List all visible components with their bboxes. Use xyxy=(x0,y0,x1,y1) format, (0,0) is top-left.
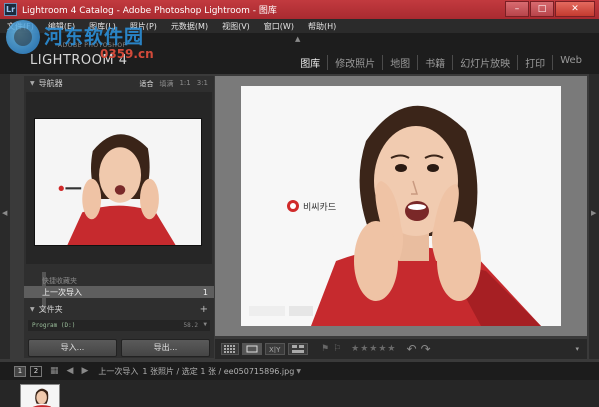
svg-text:X|Y: X|Y xyxy=(269,346,281,353)
collapse-left-icon[interactable]: ◀ xyxy=(2,209,7,217)
close-button[interactable]: ✕ xyxy=(555,1,595,17)
import-export-buttons: 导入... 导出... xyxy=(24,339,214,357)
filmstrip-info: 1 张照片 / 选定 1 张 / ee050715896.jpg xyxy=(142,366,295,376)
main-photo[interactable]: 비씨카드 xyxy=(241,86,561,326)
expand-triangle-icon: ▼ xyxy=(30,306,35,313)
card-brand-text: 비씨카드 xyxy=(303,202,336,213)
main-photo-image: 비씨카드 xyxy=(241,86,561,326)
left-panel: ▼ 导航器 适合 填满 1:1 3:1 快捷收藏夹 上一次导入 1 ▼ 文件夹 … xyxy=(24,76,214,358)
rotate-left-icon[interactable]: ↶ xyxy=(407,342,417,356)
menu-photo[interactable]: 照片(P) xyxy=(123,21,164,32)
toolbar-menu-icon[interactable]: ▾ xyxy=(575,345,579,353)
window-controls: – □ ✕ xyxy=(504,1,595,17)
library-toolbar: X|Y ⚑ ⚐ ★★★★★ ↶ ↷ ▾ xyxy=(215,339,587,359)
module-slideshow[interactable]: 幻灯片放映 xyxy=(452,55,517,70)
menu-view[interactable]: 视图(V) xyxy=(215,21,257,32)
module-web[interactable]: Web xyxy=(552,55,589,70)
catalog-item-label: 上一次导入 xyxy=(42,287,82,297)
navigator-photo xyxy=(35,119,201,245)
folders-title: 文件夹 xyxy=(38,305,63,314)
compare-view-button[interactable]: X|Y xyxy=(265,343,285,355)
brand-title: LIGHTROOM 4 xyxy=(30,53,128,68)
compare-icon: X|Y xyxy=(269,346,281,353)
maximize-button[interactable]: □ xyxy=(530,1,554,17)
filmstrip-thumbnail[interactable] xyxy=(20,384,60,407)
loupe-view-button[interactable] xyxy=(242,343,262,355)
navigator-preview[interactable] xyxy=(26,92,212,264)
loupe-view[interactable]: 비씨카드 xyxy=(215,76,587,336)
lightroom-app-icon: Lr xyxy=(4,3,17,16)
brand-subtitle: ADOBE PHOTOSHOP xyxy=(58,42,127,49)
filmstrip-photo xyxy=(21,385,59,407)
window-title: Lightroom 4 Catalog - Adobe Photoshop Li… xyxy=(22,6,277,16)
rotate-right-icon[interactable]: ↷ xyxy=(421,342,431,356)
right-edge-strip[interactable]: ▶ xyxy=(589,74,599,359)
loupe-icon xyxy=(246,345,258,353)
window-titlebar: Lr Lightroom 4 Catalog - Adobe Photoshop… xyxy=(0,0,599,19)
grid-icon xyxy=(224,345,235,353)
menu-metadata[interactable]: 元数据(M) xyxy=(164,21,215,32)
navigator-zoom-options: 适合 填满 1:1 3:1 xyxy=(133,79,208,89)
grid-view-button[interactable] xyxy=(221,343,239,355)
flag-reject-icon[interactable]: ⚐ xyxy=(333,344,341,354)
zoom-fill[interactable]: 填满 xyxy=(159,79,173,89)
identity-bar: ▲ ADOBE PHOTOSHOP LIGHTROOM 4 图库 修改照片 地图… xyxy=(0,33,599,74)
navigator-thumbnail[interactable] xyxy=(34,118,202,246)
filmstrip-dropdown-icon[interactable]: ▼ xyxy=(296,368,301,375)
zoom-fit[interactable]: 适合 xyxy=(139,79,153,89)
menu-window[interactable]: 窗口(W) xyxy=(257,21,301,32)
page-1-button[interactable]: 1 xyxy=(14,365,26,377)
module-picker: 图库 修改照片 地图 书籍 幻灯片放映 打印 Web xyxy=(293,55,589,70)
grid-small-icon[interactable]: ▦ xyxy=(50,366,59,376)
navigator-title: 导航器 xyxy=(38,79,63,88)
filmstrip xyxy=(0,380,599,407)
menu-help[interactable]: 帮助(H) xyxy=(301,21,343,32)
module-library[interactable]: 图库 xyxy=(293,55,327,70)
module-book[interactable]: 书籍 xyxy=(417,55,452,70)
menu-library[interactable]: 图库(L) xyxy=(82,21,123,32)
volume-name: Program (D:) xyxy=(32,322,76,329)
zoom-3-1[interactable]: 3:1 xyxy=(197,79,208,89)
back-arrow-icon[interactable]: ◀ xyxy=(67,366,74,376)
collapse-top-icon[interactable]: ▲ xyxy=(295,35,300,43)
export-button[interactable]: 导出... xyxy=(121,339,210,357)
filmstrip-source[interactable]: 上一次导入 xyxy=(98,366,138,377)
expand-triangle-icon: ▼ xyxy=(30,80,35,87)
page-2-button[interactable]: 2 xyxy=(30,365,42,377)
collapse-right-icon[interactable]: ▶ xyxy=(591,209,596,217)
survey-view-button[interactable] xyxy=(288,343,308,355)
volume-dropdown-icon[interactable]: ▼ xyxy=(203,321,207,328)
catalog-item-previous-import[interactable]: 上一次导入 1 xyxy=(24,286,214,298)
volume-size: 58.2 xyxy=(183,322,198,329)
import-button[interactable]: 导入... xyxy=(28,339,117,357)
forward-arrow-icon[interactable]: ▶ xyxy=(81,366,88,376)
minimize-button[interactable]: – xyxy=(505,1,529,17)
menu-file[interactable]: 文件(F) xyxy=(0,21,41,32)
folders-header[interactable]: ▼ 文件夹 + xyxy=(24,302,214,317)
menu-bar: 文件(F) 编辑(E) 图库(L) 照片(P) 元数据(M) 视图(V) 窗口(… xyxy=(0,19,599,33)
left-edge-strip[interactable]: ◀ xyxy=(0,74,10,359)
module-print[interactable]: 打印 xyxy=(517,55,552,70)
module-develop[interactable]: 修改照片 xyxy=(327,55,382,70)
add-folder-icon[interactable]: + xyxy=(200,304,208,315)
star-rating[interactable]: ★★★★★ xyxy=(351,344,396,354)
volume-row[interactable]: Program (D:) 58.2 ▼ xyxy=(28,320,210,331)
zoom-1-1[interactable]: 1:1 xyxy=(179,79,190,89)
quick-collection-header[interactable]: 快捷收藏夹 xyxy=(24,276,214,286)
filmstrip-bar: 1 2 ▦ ◀ ▶ 上一次导入 1 张照片 / 选定 1 张 / ee05071… xyxy=(0,362,599,380)
module-map[interactable]: 地图 xyxy=(382,55,417,70)
navigator-header[interactable]: ▼ 导航器 适合 填满 1:1 3:1 xyxy=(24,76,214,91)
flag-pick-icon[interactable]: ⚑ xyxy=(321,344,329,354)
menu-edit[interactable]: 编辑(E) xyxy=(41,21,82,32)
catalog-item-count: 1 xyxy=(202,287,208,297)
survey-icon xyxy=(292,345,304,353)
